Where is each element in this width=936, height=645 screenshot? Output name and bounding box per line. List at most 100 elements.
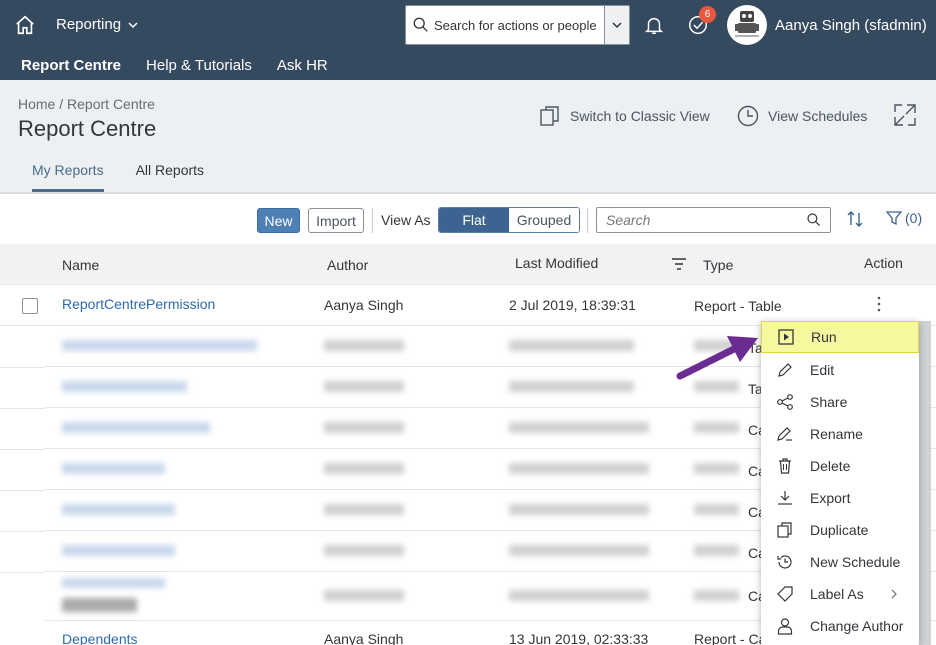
- blurred-date: [509, 463, 649, 474]
- tag-icon: [777, 586, 793, 602]
- report-name-link[interactable]: ReportCentrePermission: [62, 296, 215, 312]
- filter-count: (0): [905, 210, 923, 226]
- menu-item-edit[interactable]: Edit: [761, 354, 919, 386]
- person-icon: [777, 618, 793, 635]
- search-icon: [413, 17, 428, 32]
- row-divider: [0, 531, 45, 532]
- column-name[interactable]: Name: [62, 257, 99, 273]
- report-last-modified: 13 Jun 2019, 02:33:33: [509, 631, 649, 645]
- row-checkbox[interactable]: [22, 298, 38, 314]
- download-icon: [778, 491, 792, 505]
- module-label: Reporting: [56, 16, 122, 33]
- view-flat-button[interactable]: Flat: [439, 208, 509, 232]
- report-type: Report - Table: [694, 298, 782, 314]
- global-search-input[interactable]: Search for actions or people: [405, 5, 630, 45]
- switch-classic-view-label: Switch to Classic View: [570, 108, 710, 124]
- blurred-type: [694, 381, 739, 392]
- menu-label: Run: [811, 329, 837, 345]
- table-row[interactable]: ReportCentrePermission Aanya Singh 2 Jul…: [0, 285, 936, 326]
- menu-label: Edit: [810, 362, 835, 378]
- scrollbar[interactable]: [919, 321, 931, 645]
- menu-label: Export: [810, 490, 851, 506]
- breadcrumb: Home / Report Centre: [18, 96, 155, 112]
- menu-item-change-author[interactable]: Change Author: [761, 610, 919, 642]
- column-action: Action: [864, 255, 903, 271]
- filter-icon: [886, 211, 902, 226]
- toolbar-divider: [587, 208, 588, 233]
- filter-button[interactable]: (0): [886, 210, 922, 226]
- menu-item-rename[interactable]: Rename: [761, 418, 919, 450]
- chevron-right-icon: [891, 589, 897, 599]
- blurred-author: [324, 590, 404, 601]
- subnav-help-tutorials[interactable]: Help & Tutorials: [146, 57, 252, 74]
- share-icon: [777, 394, 793, 410]
- menu-item-share[interactable]: Share: [761, 386, 919, 418]
- menu-label: Label As: [810, 586, 864, 602]
- search-icon[interactable]: [806, 212, 822, 228]
- module-switcher[interactable]: Reporting: [56, 16, 139, 33]
- global-search-placeholder: Search for actions or people: [434, 17, 597, 33]
- breadcrumb-current: Report Centre: [67, 96, 155, 112]
- menu-item-export[interactable]: Export: [761, 482, 919, 514]
- sort-icon[interactable]: [845, 209, 865, 229]
- column-author[interactable]: Author: [327, 257, 368, 273]
- annotation-arrow-icon: [676, 336, 758, 380]
- view-grouped-button[interactable]: Grouped: [509, 208, 579, 232]
- subnav-report-centre[interactable]: Report Centre: [21, 57, 121, 74]
- row-divider: [0, 490, 45, 491]
- blurred-date: [509, 545, 649, 556]
- breadcrumb-home[interactable]: Home: [18, 96, 55, 112]
- blurred-type: [694, 590, 739, 601]
- rename-icon: [777, 427, 792, 441]
- column-last-modified[interactable]: Last Modified: [515, 255, 598, 271]
- report-name-link[interactable]: Dependents: [62, 631, 138, 645]
- fullscreen-icon[interactable]: [893, 103, 917, 127]
- blurred-date: [509, 422, 649, 433]
- tab-my-reports[interactable]: My Reports: [32, 162, 104, 192]
- blurred-name: [62, 504, 175, 515]
- menu-item-duplicate[interactable]: Duplicate: [761, 514, 919, 546]
- blurred-author: [324, 545, 404, 556]
- breadcrumb-separator: /: [59, 96, 64, 112]
- menu-item-label-as[interactable]: Label As: [761, 578, 919, 610]
- menu-item-new-schedule[interactable]: New Schedule: [761, 546, 919, 578]
- blurred-author: [324, 340, 404, 351]
- menu-label: New Schedule: [810, 554, 901, 570]
- bell-icon[interactable]: [643, 14, 665, 36]
- report-tabs: My Reports All Reports: [32, 162, 204, 192]
- tab-all-reports[interactable]: All Reports: [136, 162, 204, 192]
- more-vertical-icon[interactable]: [874, 294, 884, 314]
- blurred-name: [62, 463, 165, 474]
- switch-classic-view-button[interactable]: Switch to Classic View: [538, 104, 710, 128]
- blurred-author: [324, 381, 404, 392]
- page-header: Home / Report Centre Report Centre Switc…: [0, 80, 936, 194]
- report-search-input[interactable]: [597, 212, 806, 228]
- trash-icon: [779, 458, 791, 474]
- search-scope-dropdown[interactable]: [604, 6, 629, 44]
- menu-item-run[interactable]: Run: [761, 321, 919, 353]
- import-button[interactable]: Import: [308, 208, 364, 233]
- home-icon[interactable]: [14, 14, 36, 36]
- view-schedules-button[interactable]: View Schedules: [736, 104, 867, 128]
- column-type[interactable]: Type: [703, 257, 733, 273]
- blurred-author: [324, 504, 404, 515]
- menu-caret: [872, 313, 888, 321]
- blurred-author: [324, 463, 404, 474]
- user-menu[interactable]: Aanya Singh (sfadmin): [775, 17, 936, 34]
- menu-label: Duplicate: [810, 522, 869, 538]
- table-header: Name Author Last Modified Type Action: [0, 244, 936, 285]
- menu-label: Delete: [810, 458, 851, 474]
- column-filter-icon[interactable]: [671, 257, 687, 271]
- blurred-date: [509, 590, 649, 601]
- avatar[interactable]: [727, 5, 767, 45]
- menu-label: Change Author: [810, 618, 904, 634]
- blurred-tag: [62, 598, 137, 612]
- blurred-date: [509, 504, 649, 515]
- menu-item-delete[interactable]: Delete: [761, 450, 919, 482]
- view-as-label: View As: [381, 212, 431, 228]
- blurred-author: [324, 422, 404, 433]
- new-button[interactable]: New: [257, 208, 300, 233]
- chevron-down-icon: [612, 22, 622, 29]
- subnav-ask-hr[interactable]: Ask HR: [277, 57, 328, 74]
- notification-badge: 6: [699, 6, 716, 23]
